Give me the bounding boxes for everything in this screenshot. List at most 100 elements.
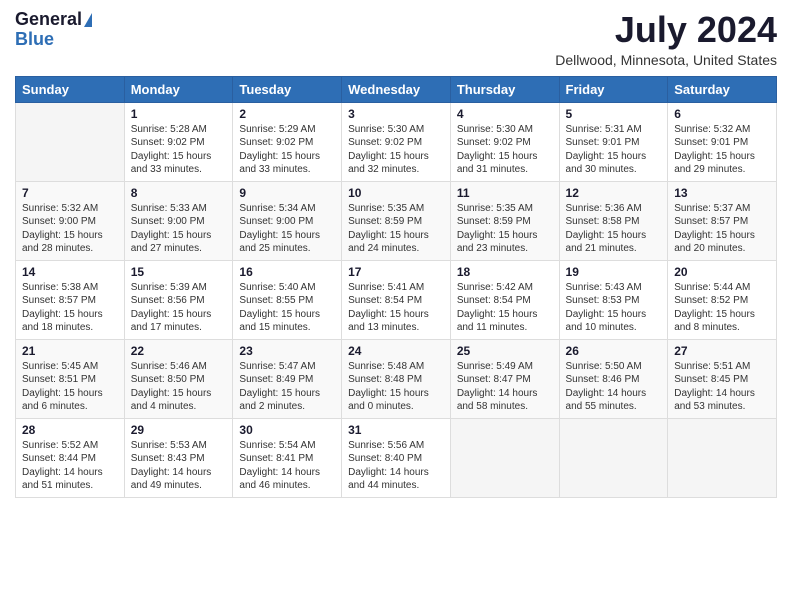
- calendar-week-row: 7 Sunrise: 5:32 AMSunset: 9:00 PMDaylight…: [16, 181, 777, 260]
- calendar-cell: [559, 418, 668, 497]
- day-number: 16: [239, 265, 335, 279]
- day-number: 23: [239, 344, 335, 358]
- day-number: 10: [348, 186, 444, 200]
- weekday-header-friday: Friday: [559, 76, 668, 102]
- calendar-week-row: 28 Sunrise: 5:52 AMSunset: 8:44 PMDayligh…: [16, 418, 777, 497]
- day-number: 1: [131, 107, 227, 121]
- calendar-cell: [668, 418, 777, 497]
- calendar-cell: 18 Sunrise: 5:42 AMSunset: 8:54 PMDayligh…: [450, 260, 559, 339]
- day-number: 11: [457, 186, 553, 200]
- calendar-cell: 22 Sunrise: 5:46 AMSunset: 8:50 PMDayligh…: [124, 339, 233, 418]
- day-number: 15: [131, 265, 227, 279]
- day-number: 3: [348, 107, 444, 121]
- day-number: 30: [239, 423, 335, 437]
- calendar-cell: 2 Sunrise: 5:29 AMSunset: 9:02 PMDaylight…: [233, 102, 342, 181]
- calendar-cell: 23 Sunrise: 5:47 AMSunset: 8:49 PMDayligh…: [233, 339, 342, 418]
- cell-info: Sunrise: 5:33 AMSunset: 9:00 PMDaylight:…: [131, 202, 227, 256]
- weekday-header-saturday: Saturday: [668, 76, 777, 102]
- cell-info: Sunrise: 5:35 AMSunset: 8:59 PMDaylight:…: [457, 202, 553, 256]
- day-number: 31: [348, 423, 444, 437]
- cell-info: Sunrise: 5:53 AMSunset: 8:43 PMDaylight:…: [131, 439, 227, 493]
- day-number: 26: [566, 344, 662, 358]
- day-number: 25: [457, 344, 553, 358]
- cell-info: Sunrise: 5:38 AMSunset: 8:57 PMDaylight:…: [22, 281, 118, 335]
- calendar-cell: 6Sunrise: 5:32 AMSunset: 9:01 PMDaylight…: [668, 102, 777, 181]
- cell-info: Sunrise: 5:37 AMSunset: 8:57 PMDaylight:…: [674, 202, 770, 256]
- cell-info: Sunrise: 5:56 AMSunset: 8:40 PMDaylight:…: [348, 439, 444, 493]
- cell-info: Sunrise: 5:34 AMSunset: 9:00 PMDaylight:…: [239, 202, 335, 256]
- weekday-header-thursday: Thursday: [450, 76, 559, 102]
- calendar-week-row: 14Sunrise: 5:38 AMSunset: 8:57 PMDayligh…: [16, 260, 777, 339]
- day-number: 8: [131, 186, 227, 200]
- calendar-cell: 5 Sunrise: 5:31 AMSunset: 9:01 PMDaylight…: [559, 102, 668, 181]
- calendar-cell: 21Sunrise: 5:45 AMSunset: 8:51 PMDayligh…: [16, 339, 125, 418]
- cell-info: Sunrise: 5:32 AMSunset: 9:01 PMDaylight:…: [674, 123, 770, 177]
- calendar-cell: 13Sunrise: 5:37 AMSunset: 8:57 PMDayligh…: [668, 181, 777, 260]
- day-number: 5: [566, 107, 662, 121]
- day-number: 18: [457, 265, 553, 279]
- calendar-cell: 4Sunrise: 5:30 AMSunset: 9:02 PMDaylight…: [450, 102, 559, 181]
- day-number: 29: [131, 423, 227, 437]
- calendar-cell: [16, 102, 125, 181]
- calendar-cell: 30Sunrise: 5:54 AMSunset: 8:41 PMDayligh…: [233, 418, 342, 497]
- day-number: 22: [131, 344, 227, 358]
- cell-info: Sunrise: 5:44 AMSunset: 8:52 PMDaylight:…: [674, 281, 770, 335]
- cell-info: Sunrise: 5:32 AMSunset: 9:00 PMDaylight:…: [22, 202, 118, 256]
- calendar-cell: 10 Sunrise: 5:35 AMSunset: 8:59 PMDayligh…: [342, 181, 451, 260]
- cell-info: Sunrise: 5:50 AMSunset: 8:46 PMDaylight:…: [566, 360, 662, 414]
- cell-info: Sunrise: 5:35 AMSunset: 8:59 PMDaylight:…: [348, 202, 444, 256]
- cell-info: Sunrise: 5:48 AMSunset: 8:48 PMDaylight:…: [348, 360, 444, 414]
- cell-info: Sunrise: 5:31 AMSunset: 9:01 PMDaylight:…: [566, 123, 662, 177]
- calendar-cell: 26 Sunrise: 5:50 AMSunset: 8:46 PMDayligh…: [559, 339, 668, 418]
- calendar-cell: 3 Sunrise: 5:30 AMSunset: 9:02 PMDaylight…: [342, 102, 451, 181]
- calendar-cell: 15Sunrise: 5:39 AMSunset: 8:56 PMDayligh…: [124, 260, 233, 339]
- calendar-table: SundayMondayTuesdayWednesdayThursdayFrid…: [15, 76, 777, 498]
- logo-triangle-icon: [84, 13, 92, 27]
- day-number: 19: [566, 265, 662, 279]
- day-number: 12: [566, 186, 662, 200]
- calendar-cell: 25 Sunrise: 5:49 AMSunset: 8:47 PMDayligh…: [450, 339, 559, 418]
- calendar-week-row: 1Sunrise: 5:28 AMSunset: 9:02 PMDaylight…: [16, 102, 777, 181]
- cell-info: Sunrise: 5:40 AMSunset: 8:55 PMDaylight:…: [239, 281, 335, 335]
- calendar-cell: 31 Sunrise: 5:56 AMSunset: 8:40 PMDayligh…: [342, 418, 451, 497]
- calendar-cell: 12Sunrise: 5:36 AMSunset: 8:58 PMDayligh…: [559, 181, 668, 260]
- calendar-cell: 8 Sunrise: 5:33 AMSunset: 9:00 PMDaylight…: [124, 181, 233, 260]
- day-number: 7: [22, 186, 118, 200]
- cell-info: Sunrise: 5:45 AMSunset: 8:51 PMDaylight:…: [22, 360, 118, 414]
- calendar-cell: 19Sunrise: 5:43 AMSunset: 8:53 PMDayligh…: [559, 260, 668, 339]
- cell-info: Sunrise: 5:41 AMSunset: 8:54 PMDaylight:…: [348, 281, 444, 335]
- weekday-header-monday: Monday: [124, 76, 233, 102]
- day-number: 2: [239, 107, 335, 121]
- day-number: 9: [239, 186, 335, 200]
- logo-blue-text: Blue: [15, 30, 92, 50]
- calendar-cell: 24 Sunrise: 5:48 AMSunset: 8:48 PMDayligh…: [342, 339, 451, 418]
- cell-info: Sunrise: 5:47 AMSunset: 8:49 PMDaylight:…: [239, 360, 335, 414]
- calendar-cell: 20 Sunrise: 5:44 AMSunset: 8:52 PMDayligh…: [668, 260, 777, 339]
- cell-info: Sunrise: 5:30 AMSunset: 9:02 PMDaylight:…: [348, 123, 444, 177]
- cell-info: Sunrise: 5:42 AMSunset: 8:54 PMDaylight:…: [457, 281, 553, 335]
- calendar-week-row: 21Sunrise: 5:45 AMSunset: 8:51 PMDayligh…: [16, 339, 777, 418]
- day-number: 20: [674, 265, 770, 279]
- cell-info: Sunrise: 5:30 AMSunset: 9:02 PMDaylight:…: [457, 123, 553, 177]
- calendar-cell: 1Sunrise: 5:28 AMSunset: 9:02 PMDaylight…: [124, 102, 233, 181]
- cell-info: Sunrise: 5:49 AMSunset: 8:47 PMDaylight:…: [457, 360, 553, 414]
- logo-general-text: General: [15, 10, 82, 30]
- location-text: Dellwood, Minnesota, United States: [555, 52, 777, 68]
- calendar-cell: 9 Sunrise: 5:34 AMSunset: 9:00 PMDaylight…: [233, 181, 342, 260]
- cell-info: Sunrise: 5:52 AMSunset: 8:44 PMDaylight:…: [22, 439, 118, 493]
- cell-info: Sunrise: 5:29 AMSunset: 9:02 PMDaylight:…: [239, 123, 335, 177]
- day-number: 17: [348, 265, 444, 279]
- day-number: 28: [22, 423, 118, 437]
- page-header: General Blue July 2024 Dellwood, Minneso…: [15, 10, 777, 68]
- calendar-cell: 29 Sunrise: 5:53 AMSunset: 8:43 PMDayligh…: [124, 418, 233, 497]
- calendar-cell: 17 Sunrise: 5:41 AMSunset: 8:54 PMDayligh…: [342, 260, 451, 339]
- logo: General Blue: [15, 10, 92, 50]
- cell-info: Sunrise: 5:51 AMSunset: 8:45 PMDaylight:…: [674, 360, 770, 414]
- title-block: July 2024 Dellwood, Minnesota, United St…: [555, 10, 777, 68]
- cell-info: Sunrise: 5:46 AMSunset: 8:50 PMDaylight:…: [131, 360, 227, 414]
- day-number: 24: [348, 344, 444, 358]
- calendar-cell: 14Sunrise: 5:38 AMSunset: 8:57 PMDayligh…: [16, 260, 125, 339]
- calendar-cell: 27 Sunrise: 5:51 AMSunset: 8:45 PMDayligh…: [668, 339, 777, 418]
- calendar-cell: 28 Sunrise: 5:52 AMSunset: 8:44 PMDayligh…: [16, 418, 125, 497]
- day-number: 27: [674, 344, 770, 358]
